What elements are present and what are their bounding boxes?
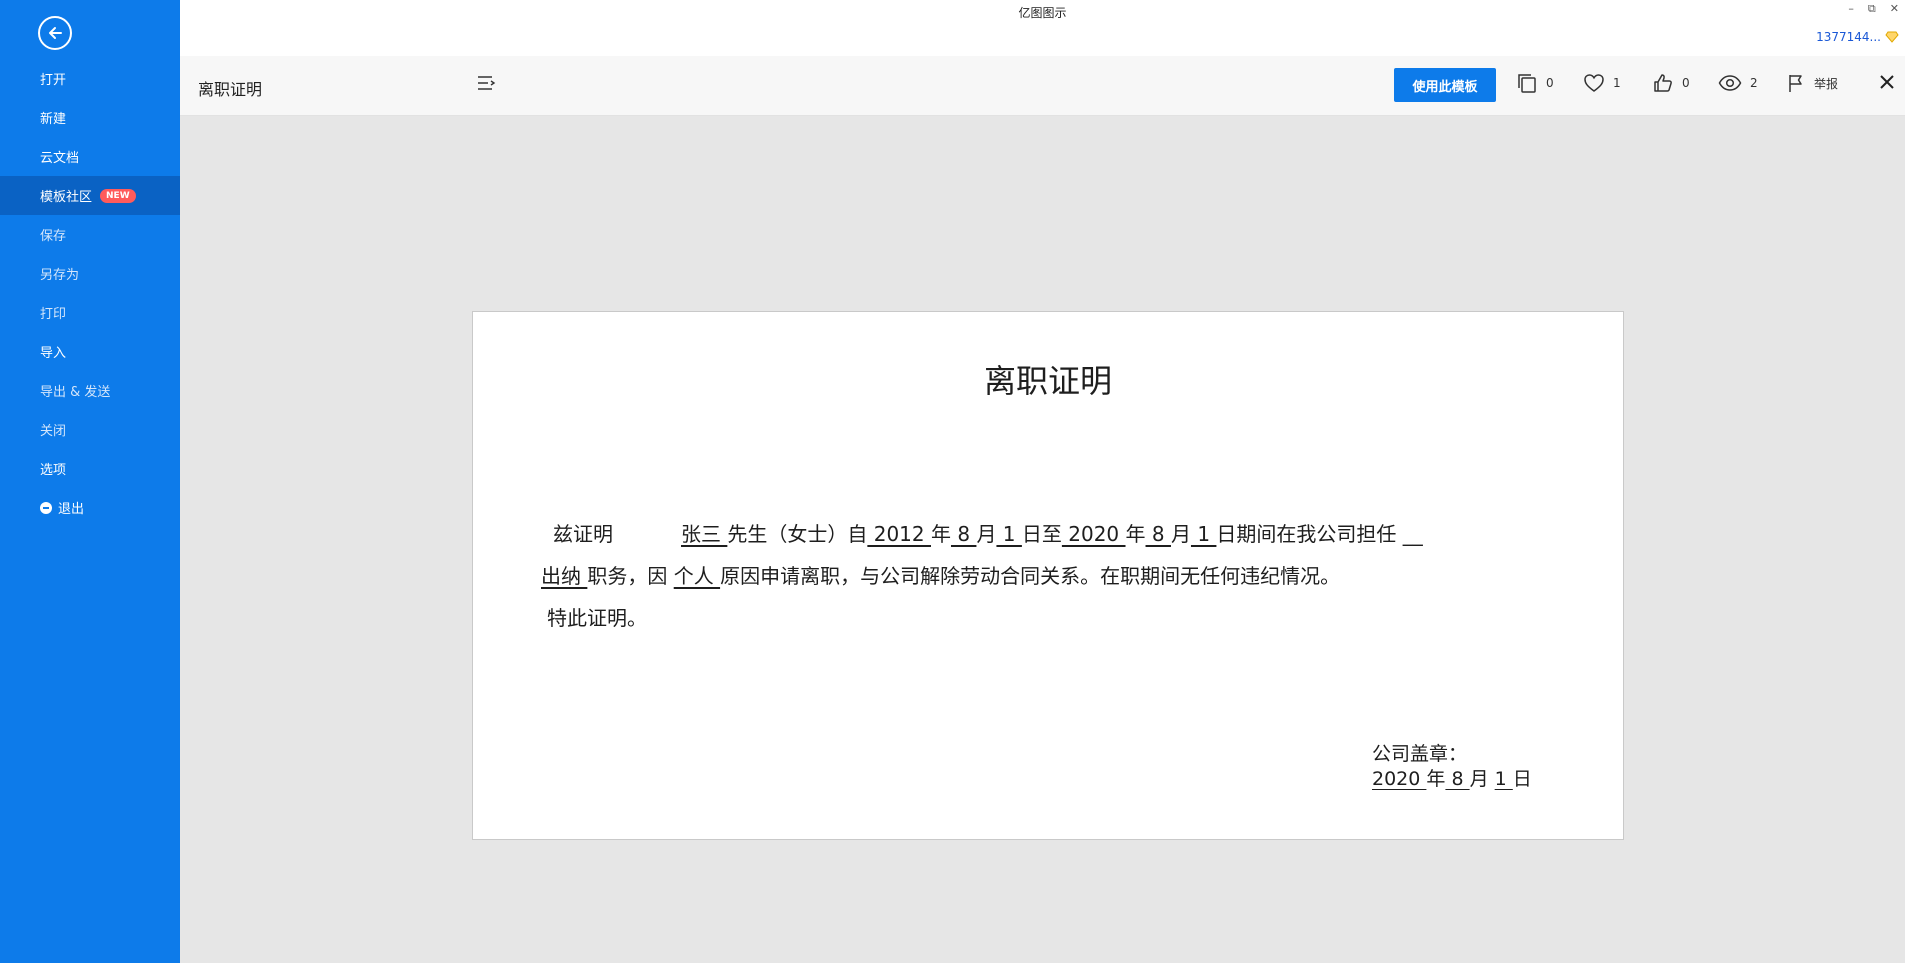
- window-controls: – ⧉ ✕: [1848, 2, 1899, 16]
- views-indicator: 2: [1718, 72, 1758, 94]
- vip-diamond-icon: [1885, 31, 1899, 43]
- menu-template-community[interactable]: 模板社区 NEW: [0, 176, 180, 215]
- seal-year: 2020: [1372, 768, 1427, 790]
- menu-label: 打开: [40, 73, 67, 88]
- eye-icon: [1718, 75, 1742, 91]
- back-button[interactable]: [38, 16, 72, 50]
- app-title: 亿图图示: [1018, 6, 1067, 20]
- day-label: 日: [1512, 768, 1532, 790]
- backstage-menu: 打开 新建 云文档 模板社区 NEW 保存 另存为 打印 导入 导出 & 发送 …: [0, 59, 180, 527]
- like-count: 0: [1682, 76, 1690, 90]
- window-close-button[interactable]: ✕: [1890, 2, 1899, 16]
- menu-label: 云文档: [40, 151, 80, 166]
- menu-cloud-docs[interactable]: 云文档: [0, 137, 180, 176]
- start-day: 1: [996, 522, 1022, 546]
- certificate-line-1: 兹证明 张三 先生（女士）自 2012 年 8 月 1 日至 2020 年 8 月…: [553, 518, 1423, 547]
- menu-label: 选项: [40, 463, 67, 478]
- user-account[interactable]: 1377144...: [1816, 30, 1899, 44]
- like-button[interactable]: 0: [1652, 72, 1690, 94]
- template-preview-page: 离职证明 兹证明 张三 先生（女士）自 2012 年 8 月 1 日至 2020 …: [472, 311, 1624, 840]
- copy-count-button[interactable]: 0: [1516, 72, 1554, 94]
- menu-open[interactable]: 打开: [0, 59, 180, 98]
- outline-button[interactable]: [476, 73, 496, 97]
- start-year: 2012: [867, 522, 931, 546]
- duty-text: 职务，因: [587, 564, 668, 588]
- position-field: 出纳: [541, 564, 588, 588]
- copy-count: 0: [1546, 76, 1554, 90]
- end-day: 1: [1190, 522, 1217, 546]
- end-month: 8: [1145, 522, 1171, 546]
- seal-day: 1: [1494, 768, 1513, 790]
- menu-label: 新建: [40, 112, 67, 127]
- report-label: 举报: [1814, 76, 1839, 91]
- company-seal-label: 公司盖章：: [1372, 743, 1468, 765]
- menu-label: 模板社区: [40, 190, 93, 205]
- minimize-button[interactable]: –: [1848, 2, 1854, 16]
- gender-text: 先生（女士）自: [727, 522, 868, 546]
- until-text: 日至: [1021, 522, 1062, 546]
- resignation-text: 原因申请离职，与公司解除劳动合同关系。在职期间无任何违纪情况。: [720, 564, 1341, 588]
- menu-save-as[interactable]: 另存为: [0, 254, 180, 293]
- year-label: 年: [1125, 522, 1146, 546]
- intro-text: 兹证明: [553, 522, 613, 546]
- document-title: 离职证明: [983, 362, 1112, 400]
- month-label: 月: [976, 522, 997, 546]
- menu-print[interactable]: 打印: [0, 293, 180, 332]
- tenure-text: 日期间在我公司担任: [1216, 522, 1397, 546]
- menu-new[interactable]: 新建: [0, 98, 180, 137]
- menu-export-send[interactable]: 导出 & 发送: [0, 371, 180, 410]
- template-name: 离职证明: [198, 80, 263, 99]
- month-label: 月: [1469, 768, 1489, 790]
- window-titlebar: 亿图图示 – ⧉ ✕ 1377144...: [180, 0, 1905, 56]
- backstage-sidebar: 打开 新建 云文档 模板社区 NEW 保存 另存为 打印 导入 导出 & 发送 …: [0, 0, 180, 963]
- outline-list-icon: [478, 76, 496, 90]
- menu-label: 导出 & 发送: [40, 385, 111, 400]
- thumbs-up-icon: [1654, 74, 1672, 92]
- menu-save[interactable]: 保存: [0, 215, 180, 254]
- month-label: 月: [1170, 522, 1191, 546]
- reason-field: 个人: [673, 564, 721, 588]
- report-button[interactable]: 举报: [1786, 72, 1838, 94]
- template-toolbar: 离职证明 使用此模板 0 1 0 2 举报: [180, 56, 1905, 116]
- menu-label: 保存: [40, 229, 67, 244]
- exit-icon: [40, 501, 52, 514]
- views-count: 2: [1750, 76, 1758, 90]
- start-month: 8: [950, 522, 977, 546]
- flag-icon: [1789, 75, 1802, 92]
- copy-icon: [1518, 74, 1536, 93]
- heart-icon: [1584, 74, 1604, 92]
- menu-options[interactable]: 选项: [0, 449, 180, 488]
- close-icon: [1880, 75, 1894, 89]
- certificate-line-2: 出纳 职务，因 个人 原因申请离职，与公司解除劳动合同关系。在职期间无任何违纪情…: [541, 560, 1340, 589]
- menu-label: 关闭: [40, 424, 67, 439]
- arrow-left-icon: [49, 27, 62, 39]
- menu-close[interactable]: 关闭: [0, 410, 180, 449]
- seal-month: 8: [1445, 768, 1470, 790]
- restore-button[interactable]: ⧉: [1868, 2, 1876, 16]
- menu-label: 另存为: [40, 268, 80, 283]
- user-name[interactable]: 1377144...: [1816, 30, 1881, 44]
- signature-date: 2020 年 8 月 1 日: [1372, 764, 1532, 791]
- blank-line: __: [1396, 522, 1423, 546]
- favorite-button[interactable]: 1: [1583, 72, 1621, 94]
- close-preview-button[interactable]: [1877, 72, 1897, 96]
- year-label: 年: [930, 522, 951, 546]
- employee-name: 张三: [681, 522, 728, 546]
- menu-exit[interactable]: 退出: [0, 488, 180, 527]
- use-template-button[interactable]: 使用此模板: [1394, 68, 1496, 102]
- menu-label: 导入: [40, 346, 67, 361]
- menu-import[interactable]: 导入: [0, 332, 180, 371]
- end-year: 2020: [1061, 522, 1126, 546]
- menu-label: 退出: [58, 502, 85, 517]
- favorite-count: 1: [1613, 76, 1621, 90]
- certificate-line-3: 特此证明。: [547, 606, 647, 630]
- menu-label: 打印: [40, 307, 67, 322]
- new-badge: NEW: [100, 188, 136, 203]
- year-label: 年: [1426, 768, 1446, 790]
